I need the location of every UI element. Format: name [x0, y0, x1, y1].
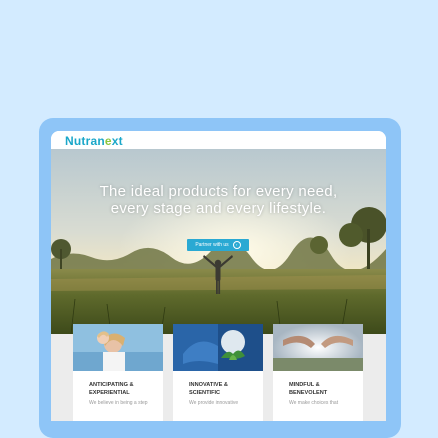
value-card-anticipating[interactable]: ANTICIPATING & EXPERIENTIAL We believe i… [73, 324, 163, 421]
value-card-mindful[interactable]: MINDFUL & BENEVOLENT We make choices tha… [273, 324, 363, 421]
card-text: We believe in being a step [89, 400, 148, 406]
arrow-right-circle-icon: › [232, 241, 241, 249]
family-photo [73, 324, 163, 371]
lab-plant-photo [173, 324, 263, 371]
card-text: We make choices that [289, 400, 339, 406]
hero-headline: The ideal products for every need, every… [99, 183, 338, 217]
card-title: INNOVATIVE & SCIENTIFIC [189, 382, 228, 396]
card-text: We provide innovative [189, 400, 239, 406]
partner-with-us-button[interactable]: Partner with us › [187, 239, 249, 251]
website-screen: Nutranext The ideal products for every n… [51, 131, 386, 421]
nutranext-logo[interactable]: Nutranext [65, 134, 123, 148]
site-header: Nutranext [51, 131, 386, 149]
hero-banner: The ideal products for every need, every… [51, 149, 386, 334]
value-card-innovative[interactable]: INNOVATIVE & SCIENTIFIC We provide innov… [173, 324, 263, 421]
card-title: MINDFUL & BENEVOLENT [289, 382, 328, 396]
card-title: ANTICIPATING & EXPERIENTIAL [89, 382, 134, 396]
hands-light-photo [273, 324, 363, 371]
